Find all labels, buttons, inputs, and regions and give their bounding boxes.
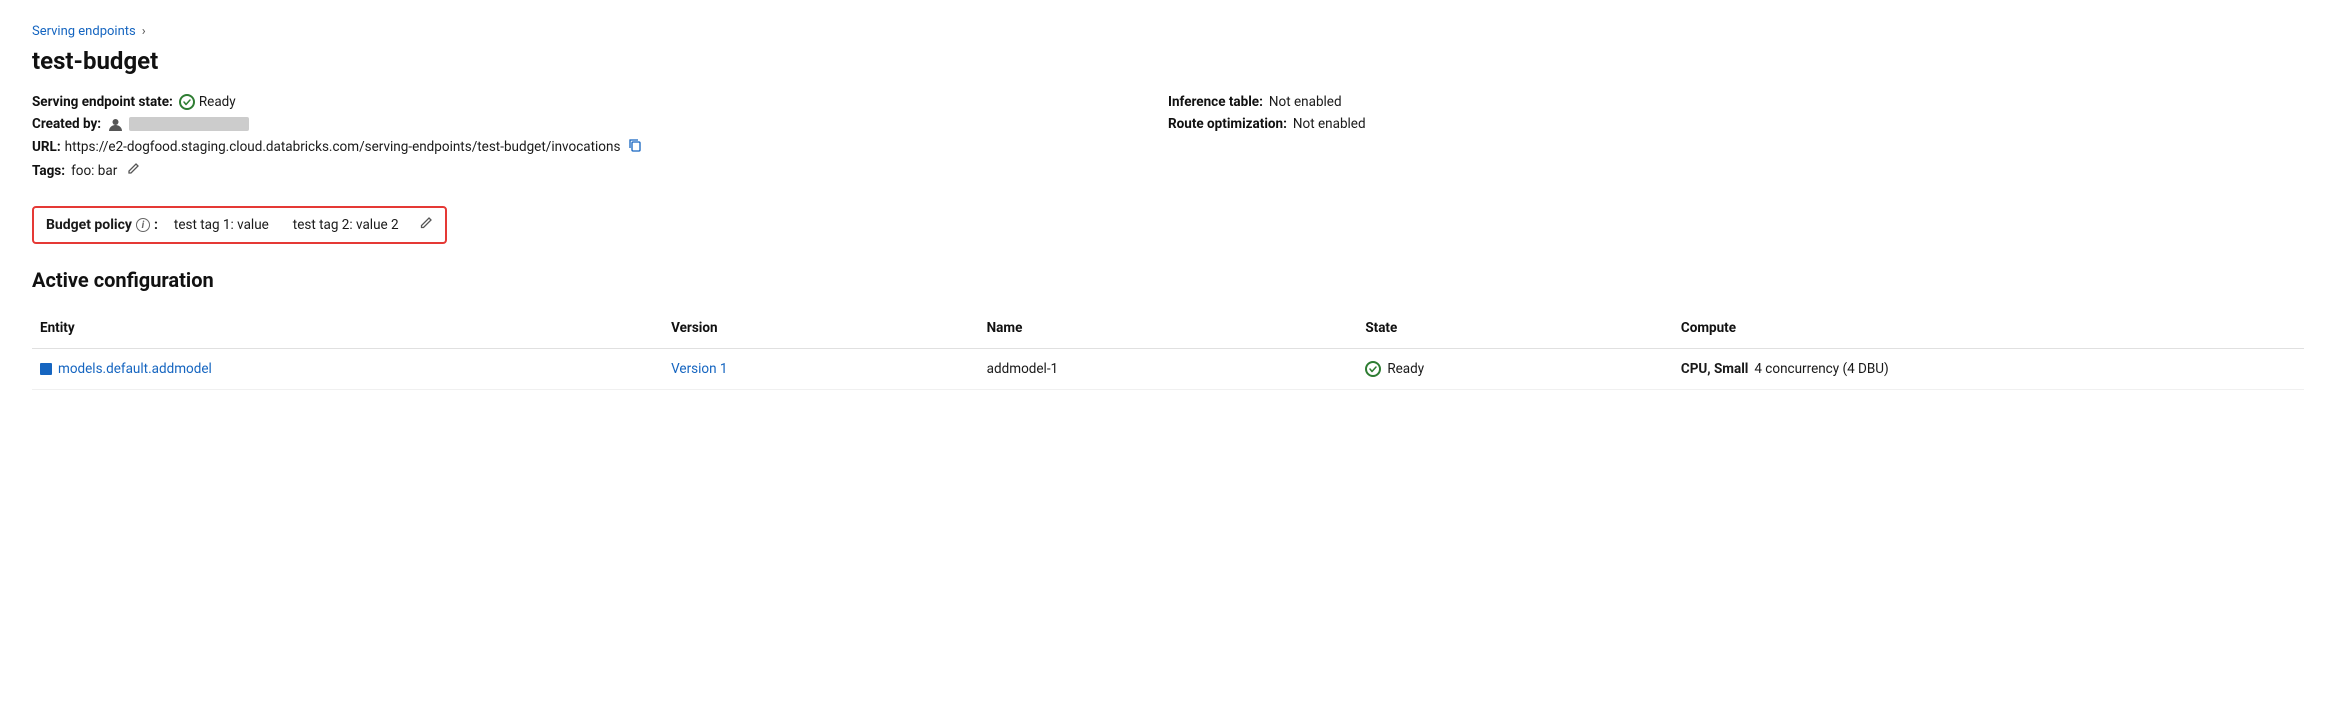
tags-row: Tags: foo: bar [32, 159, 1168, 182]
ready-status-icon [179, 94, 195, 110]
breadcrumb-separator: › [142, 24, 146, 39]
edit-tags-icon[interactable] [127, 162, 140, 179]
cell-version: Version 1 [663, 357, 979, 381]
state-text: Ready [199, 94, 236, 110]
compute-rest-text: 4 concurrency (4 DBU) [1754, 361, 1888, 377]
created-by-redacted [129, 117, 249, 131]
table-row: models.default.addmodel Version 1 addmod… [32, 349, 2304, 390]
url-value: https://e2-dogfood.staging.cloud.databri… [65, 139, 621, 155]
inference-table-value: Not enabled [1269, 94, 1342, 110]
header-entity: Entity [32, 316, 663, 340]
edit-budget-policy-icon[interactable] [419, 216, 433, 234]
state-value: Ready [179, 94, 236, 110]
active-config-table: Entity Version Name State Compute models… [32, 308, 2304, 390]
budget-tag-1: test tag 1: value [166, 217, 277, 233]
budget-policy-text: Budget policy [46, 217, 132, 233]
version-link[interactable]: Version 1 [671, 361, 727, 377]
left-metadata: Serving endpoint state: Ready Created by… [32, 91, 1168, 182]
tags-value: foo: bar [71, 163, 117, 179]
inference-table-row: Inference table: Not enabled [1168, 91, 2304, 113]
route-optimization-value: Not enabled [1293, 116, 1366, 132]
right-metadata: Inference table: Not enabled Route optim… [1168, 91, 2304, 182]
inference-table-label: Inference table: [1168, 94, 1263, 110]
row-ready-status-icon [1365, 361, 1381, 377]
budget-policy-label: Budget policy i : [46, 217, 158, 233]
breadcrumb: Serving endpoints › [32, 24, 2304, 39]
active-configuration-title: Active configuration [32, 268, 2304, 292]
route-optimization-row: Route optimization: Not enabled [1168, 113, 2304, 135]
header-name: Name [979, 316, 1358, 340]
cell-name: addmodel-1 [979, 357, 1358, 381]
budget-policy-info-icon[interactable]: i [136, 218, 150, 232]
active-configuration-section: Active configuration Entity Version Name… [32, 268, 2304, 390]
person-icon [107, 116, 123, 132]
url-row: URL: https://e2-dogfood.staging.cloud.da… [32, 135, 1168, 159]
budget-policy-colon: : [154, 217, 158, 233]
table-header: Entity Version Name State Compute [32, 308, 2304, 349]
page-title: test-budget [32, 47, 2304, 75]
cell-state: Ready [1357, 357, 1673, 381]
tags-label: Tags: [32, 163, 65, 179]
compute-bold-text: CPU, Small [1681, 361, 1749, 377]
header-version: Version [663, 316, 979, 340]
state-label: Serving endpoint state: [32, 94, 173, 110]
copy-url-icon[interactable] [628, 138, 642, 156]
metadata-grid: Serving endpoint state: Ready Created by… [32, 91, 2304, 182]
breadcrumb-parent-link[interactable]: Serving endpoints [32, 24, 136, 39]
entity-link[interactable]: models.default.addmodel [58, 361, 212, 377]
header-compute: Compute [1673, 316, 2304, 340]
route-optimization-label: Route optimization: [1168, 116, 1287, 132]
budget-tag-2: test tag 2: value 2 [285, 217, 407, 233]
state-row: Serving endpoint state: Ready [32, 91, 1168, 113]
url-label: URL: [32, 139, 61, 155]
header-state: State [1357, 316, 1673, 340]
entity-icon [40, 363, 52, 375]
row-state-text: Ready [1387, 361, 1424, 377]
created-by-label: Created by: [32, 116, 101, 132]
cell-compute: CPU, Small 4 concurrency (4 DBU) [1673, 357, 2304, 381]
created-by-row: Created by: [32, 113, 1168, 135]
cell-entity: models.default.addmodel [32, 357, 663, 381]
budget-policy-box: Budget policy i : test tag 1: value test… [32, 206, 447, 244]
